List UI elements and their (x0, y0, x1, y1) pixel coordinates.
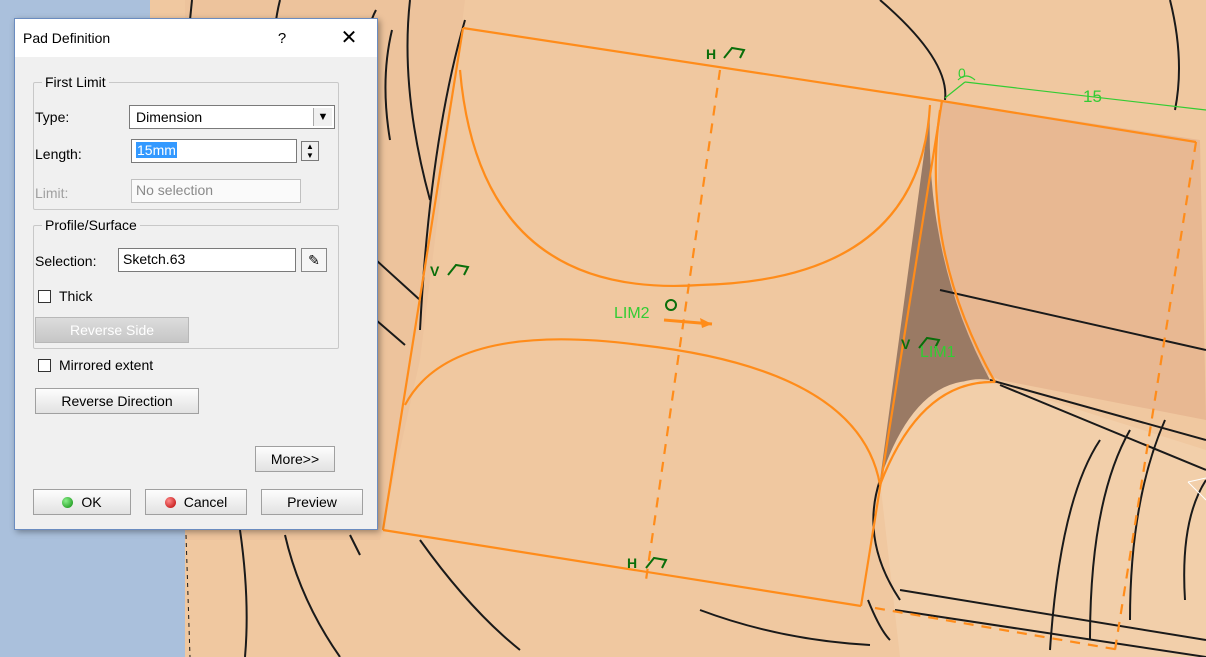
cancel-label: Cancel (183, 494, 228, 510)
lim1-label[interactable]: LIM1 (920, 344, 956, 361)
type-label: Type: (35, 109, 70, 125)
dimension-value[interactable]: 15 (1083, 87, 1102, 106)
lim2-label[interactable]: LIM2 (614, 305, 650, 322)
reverse-direction-button[interactable]: Reverse Direction (35, 388, 199, 414)
selection-field[interactable]: Sketch.63 (118, 248, 296, 272)
limit-field: No selection (131, 179, 301, 203)
svg-text:V: V (901, 336, 911, 352)
svg-text:H: H (627, 555, 637, 571)
mirrored-extent-checkbox[interactable] (38, 359, 51, 372)
ok-status-icon (62, 497, 74, 508)
svg-text:H: H (706, 46, 716, 62)
help-icon[interactable]: ? (267, 27, 297, 51)
mirrored-extent-label[interactable]: Mirrored extent (59, 357, 153, 373)
ok-button[interactable]: OK (33, 489, 131, 515)
angle-value: 0 (958, 65, 966, 81)
length-label: Length: (35, 146, 82, 162)
preview-button[interactable]: Preview (261, 489, 363, 515)
type-dropdown-value: Dimension (136, 109, 203, 125)
limit-label: Limit: (35, 185, 69, 201)
more-button[interactable]: More>> (255, 446, 335, 472)
length-input-value: 15mm (136, 142, 177, 158)
type-dropdown[interactable]: Dimension ▼ (129, 105, 335, 129)
edit-sketch-icon[interactable]: ✎ (301, 248, 327, 272)
pad-definition-dialog: Pad Definition ? ✕ First Limit Type: Dim… (14, 18, 378, 530)
selection-label: Selection: (35, 253, 97, 269)
profile-surface-legend: Profile/Surface (45, 217, 137, 233)
chevron-down-icon[interactable]: ▼ (313, 108, 332, 126)
ok-label: OK (81, 494, 102, 510)
cancel-status-icon (164, 497, 176, 508)
dialog-title: Pad Definition (23, 30, 111, 46)
thick-checkbox[interactable] (38, 290, 51, 303)
dialog-titlebar[interactable]: Pad Definition ? ✕ (15, 19, 377, 57)
close-icon[interactable]: ✕ (331, 25, 367, 51)
length-spinner[interactable]: ▲ ▼ (301, 141, 319, 161)
reverse-side-button: Reverse Side (35, 317, 189, 343)
svg-text:V: V (430, 263, 440, 279)
cancel-button[interactable]: Cancel (145, 489, 247, 515)
first-limit-legend: First Limit (45, 74, 106, 90)
length-input[interactable]: 15mm (131, 139, 297, 163)
thick-label[interactable]: Thick (59, 288, 92, 304)
